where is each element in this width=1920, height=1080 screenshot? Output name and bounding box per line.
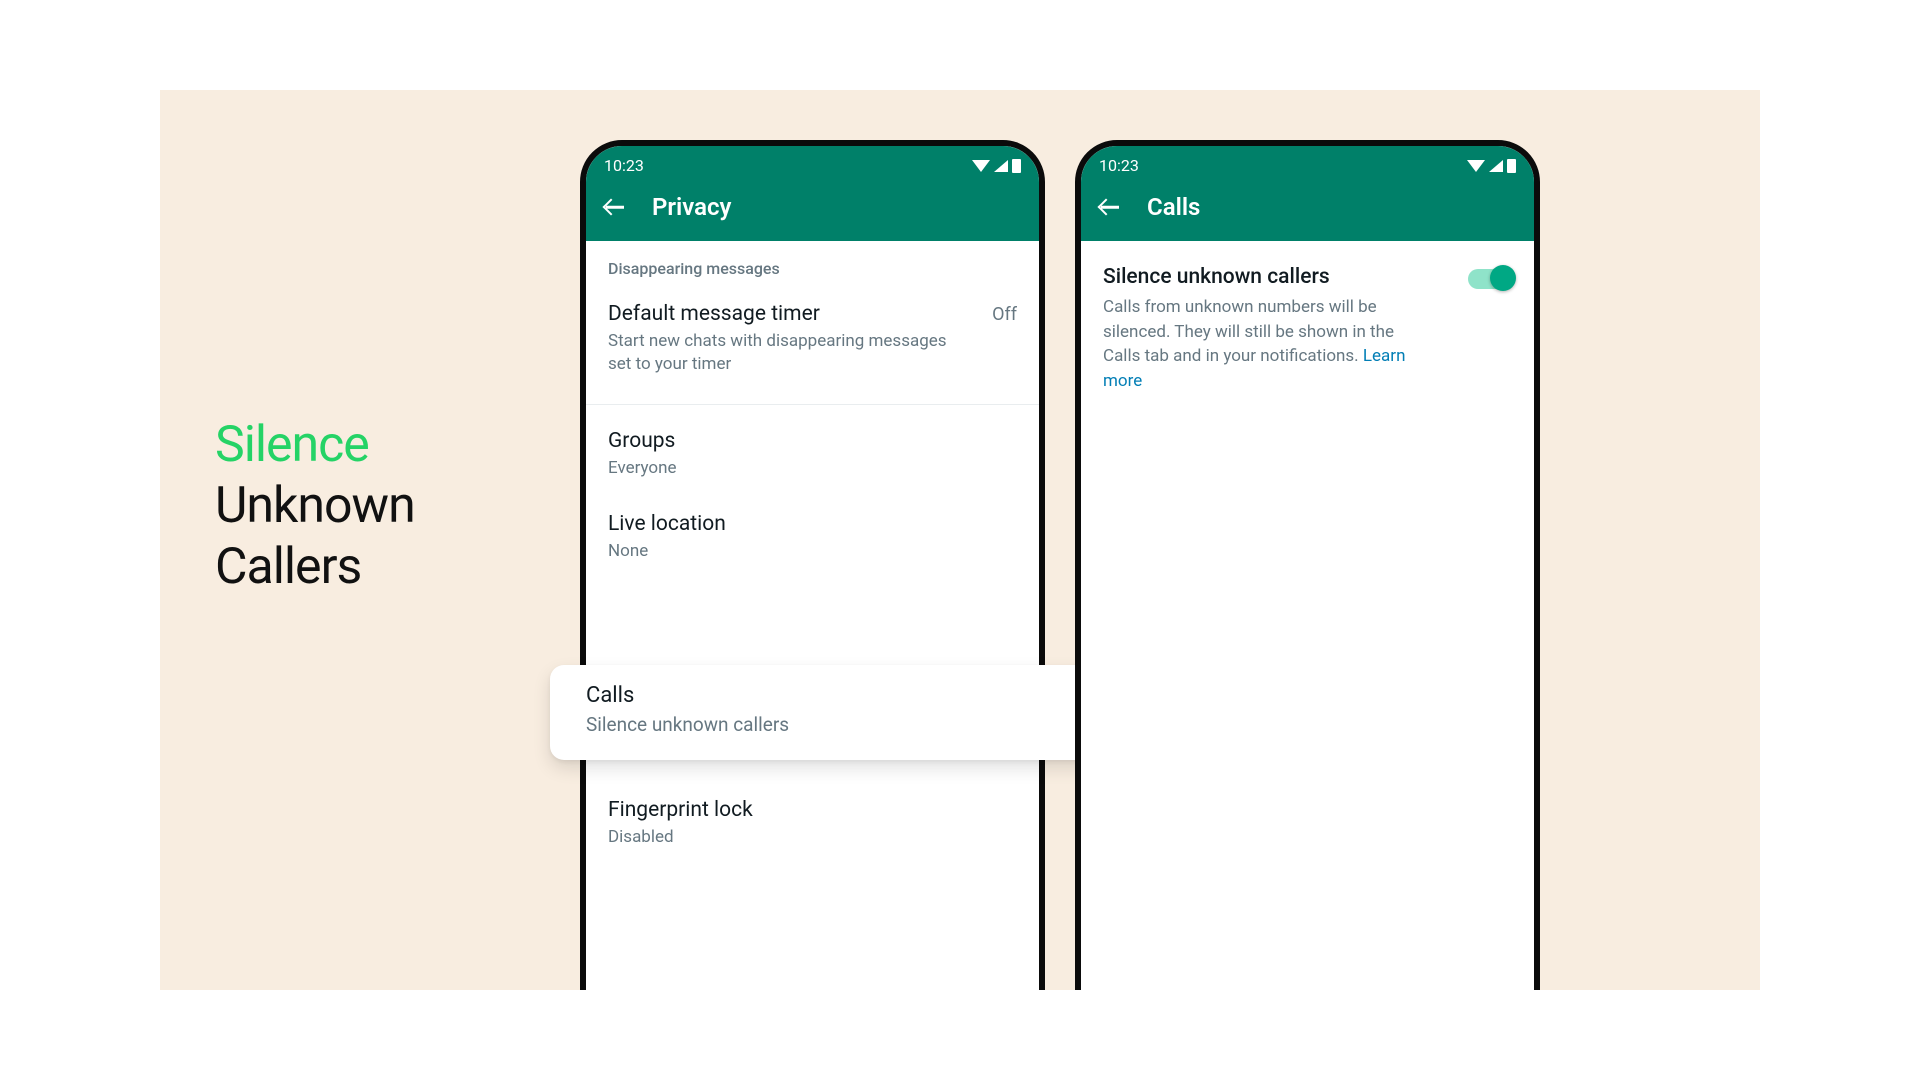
item-fingerprint-lock[interactable]: Fingerprint lock Disabled (586, 784, 1039, 867)
battery-icon (1012, 159, 1021, 173)
item-title: Default message timer (608, 302, 948, 326)
page-title: Calls (1147, 193, 1200, 221)
hero-line-3: Callers (215, 537, 415, 598)
item-title: Groups (608, 429, 1017, 453)
app-bar: Calls (1081, 179, 1534, 241)
toggle-knob (1490, 265, 1516, 291)
item-calls-highlighted[interactable]: Calls Silence unknown callers (550, 665, 1122, 760)
setting-description-text: Calls from unknown numbers will be silen… (1103, 297, 1394, 366)
section-disappearing-header: Disappearing messages (586, 241, 1039, 288)
status-icons (972, 159, 1021, 173)
phone-privacy: 10:23 Privacy Disappearing messages Defa… (580, 140, 1045, 990)
app-bar: Privacy (586, 179, 1039, 241)
hero-line-1: Silence (215, 415, 415, 476)
wifi-icon (972, 160, 990, 172)
item-title: Live location (608, 512, 1017, 536)
setting-description: Calls from unknown numbers will be silen… (1103, 295, 1423, 394)
signal-icon (994, 160, 1008, 172)
status-icons (1467, 159, 1516, 173)
calls-settings: Silence unknown callers Calls from unkno… (1081, 241, 1534, 404)
signal-icon (1489, 160, 1503, 172)
privacy-list: Disappearing messages Default message ti… (586, 241, 1039, 867)
item-subtitle: Disabled (608, 826, 948, 849)
item-subtitle: Everyone (608, 457, 948, 480)
setting-title: Silence unknown callers (1103, 265, 1423, 289)
setting-silence-unknown-callers[interactable]: Silence unknown callers Calls from unkno… (1081, 241, 1534, 404)
item-subtitle: None (608, 540, 948, 563)
item-subtitle: Silence unknown callers (586, 712, 926, 738)
item-default-message-timer[interactable]: Default message timer Start new chats wi… (586, 288, 1039, 394)
item-value: Off (992, 302, 1017, 325)
phone-header: 10:23 Calls (1081, 146, 1534, 241)
hero-line-2: Unknown (215, 476, 415, 537)
item-live-location[interactable]: Live location None (586, 498, 1039, 581)
item-groups[interactable]: Groups Everyone (586, 415, 1039, 498)
page-title: Privacy (652, 193, 731, 221)
phone-calls: 10:23 Calls Silence unknown callers Call… (1075, 140, 1540, 990)
status-time: 10:23 (1099, 156, 1139, 175)
toggle-silence-unknown-callers[interactable] (1468, 269, 1512, 289)
divider (586, 404, 1039, 405)
wifi-icon (1467, 160, 1485, 172)
item-title: Fingerprint lock (608, 798, 1017, 822)
status-time: 10:23 (604, 156, 644, 175)
back-icon[interactable] (1099, 196, 1121, 218)
hero-title: Silence Unknown Callers (215, 415, 415, 598)
promo-canvas: Silence Unknown Callers 10:23 Privacy Di… (160, 90, 1760, 990)
status-bar: 10:23 (1081, 146, 1534, 179)
item-title: Calls (586, 683, 1096, 708)
battery-icon (1507, 159, 1516, 173)
item-subtitle: Start new chats with disappearing messag… (608, 330, 948, 376)
status-bar: 10:23 (586, 146, 1039, 179)
back-icon[interactable] (604, 196, 626, 218)
phone-header: 10:23 Privacy (586, 146, 1039, 241)
